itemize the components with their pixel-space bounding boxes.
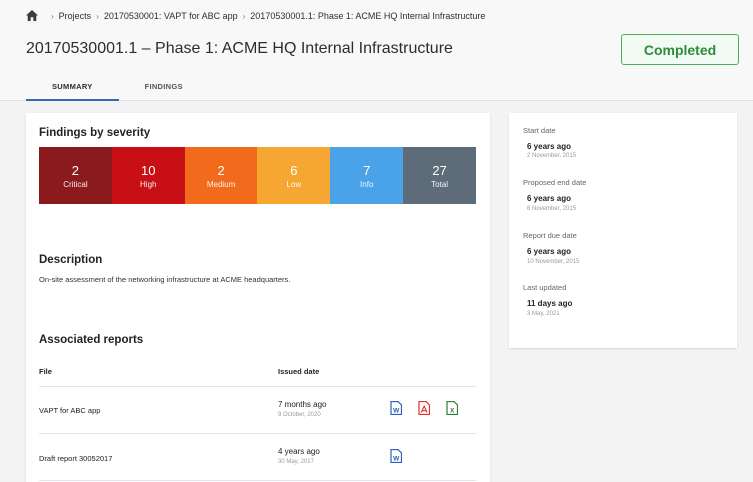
report-file-name[interactable]: Draft report 30052017 — [39, 454, 112, 463]
page-header: › Projects › 20170530001: VAPT for ABC a… — [0, 0, 753, 101]
severity-label: High — [140, 179, 157, 189]
page-title: 20170530001.1 – Phase 1: ACME HQ Interna… — [26, 40, 453, 57]
last-updated-relative: 11 days ago — [527, 299, 573, 308]
severity-count: 27 — [432, 162, 447, 178]
report-issued-relative: 7 months ago — [278, 400, 327, 409]
breadcrumb-separator: › — [51, 11, 54, 21]
status-badge: Completed — [621, 34, 739, 65]
report-issued-relative: 4 years ago — [278, 447, 320, 456]
summary-card: Findings by severity 2 Critical 10 High … — [26, 113, 490, 482]
reports-title: Associated reports — [39, 334, 144, 346]
report-due-label: Report due date — [523, 231, 577, 240]
svg-text:W: W — [393, 455, 400, 462]
description-text: On-site assessment of the networking inf… — [39, 275, 291, 284]
severity-label: Medium — [206, 179, 236, 189]
severity-label: Low — [286, 179, 302, 189]
report-file-name[interactable]: VAPT for ABC app — [39, 406, 100, 415]
severity-count: 10 — [141, 162, 156, 178]
start-date-value: 2 November, 2015 — [527, 153, 577, 159]
breadcrumb-separator: › — [96, 11, 99, 21]
column-header-file: File — [39, 367, 52, 376]
end-date-relative: 6 years ago — [527, 194, 572, 203]
severity-count: 2 — [217, 162, 225, 178]
description-title: Description — [39, 254, 103, 266]
breadcrumb-item-projects[interactable]: Projects — [59, 11, 92, 21]
breadcrumb-item-phase[interactable]: 20170530001.1: Phase 1: ACME HQ Internal… — [250, 11, 485, 21]
report-issued-date: 9 October, 2020 — [278, 412, 321, 418]
severity-high[interactable]: 10 High — [111, 147, 185, 204]
pdf-icon[interactable] — [418, 401, 430, 415]
severity-count: 2 — [71, 162, 80, 178]
tab-summary[interactable]: SUMMARY — [26, 80, 119, 101]
breadcrumb-item-project[interactable]: 20170530001: VAPT for ABC app — [104, 11, 238, 21]
svg-text:X: X — [450, 407, 455, 414]
breadcrumb-separator: › — [242, 11, 246, 21]
column-header-issued-date: Issued date — [278, 367, 320, 376]
report-due-relative: 6 years ago — [527, 247, 572, 256]
start-date-relative: 6 years ago — [527, 142, 572, 151]
tab-findings[interactable]: FINDINGS — [119, 80, 209, 101]
severity-label: Total — [431, 179, 448, 189]
severity-count: 7 — [363, 162, 371, 178]
last-updated-label: Last updated — [523, 283, 567, 292]
end-date-value: 6 November, 2015 — [527, 206, 577, 212]
severity-count: 6 — [290, 162, 298, 178]
home-icon[interactable] — [26, 10, 40, 22]
severity-medium[interactable]: 2 Medium — [184, 147, 258, 204]
report-issued-date: 30 May, 2017 — [278, 459, 314, 465]
row-divider — [39, 433, 476, 434]
severity-low[interactable]: 6 Low — [257, 147, 331, 204]
severity-label: Info — [360, 179, 374, 189]
severity-bar: 2 Critical 10 High 2 Medium 6 Low 7 Info… — [39, 147, 476, 204]
row-divider — [39, 480, 476, 481]
severity-critical[interactable]: 2 Critical — [39, 147, 112, 204]
dates-card: Start date 6 years ago 2 November, 2015 … — [509, 113, 737, 348]
severity-info[interactable]: 7 Info — [330, 147, 404, 204]
tab-bar: SUMMARY FINDINGS — [26, 80, 209, 101]
svg-text:W: W — [393, 407, 400, 414]
last-updated-value: 3 May, 2021 — [527, 311, 560, 317]
word-icon[interactable]: W — [390, 449, 402, 463]
findings-title: Findings by severity — [39, 127, 151, 139]
severity-label: Critical — [63, 179, 88, 189]
end-date-label: Proposed end date — [523, 178, 587, 187]
start-date-label: Start date — [523, 126, 556, 135]
word-icon[interactable]: W — [390, 401, 402, 415]
breadcrumb: › Projects › 20170530001: VAPT for ABC a… — [26, 10, 485, 22]
excel-icon[interactable]: X — [446, 401, 458, 415]
row-divider — [39, 386, 476, 387]
report-due-value: 10 November, 2015 — [527, 259, 580, 265]
severity-total[interactable]: 27 Total — [403, 147, 476, 204]
